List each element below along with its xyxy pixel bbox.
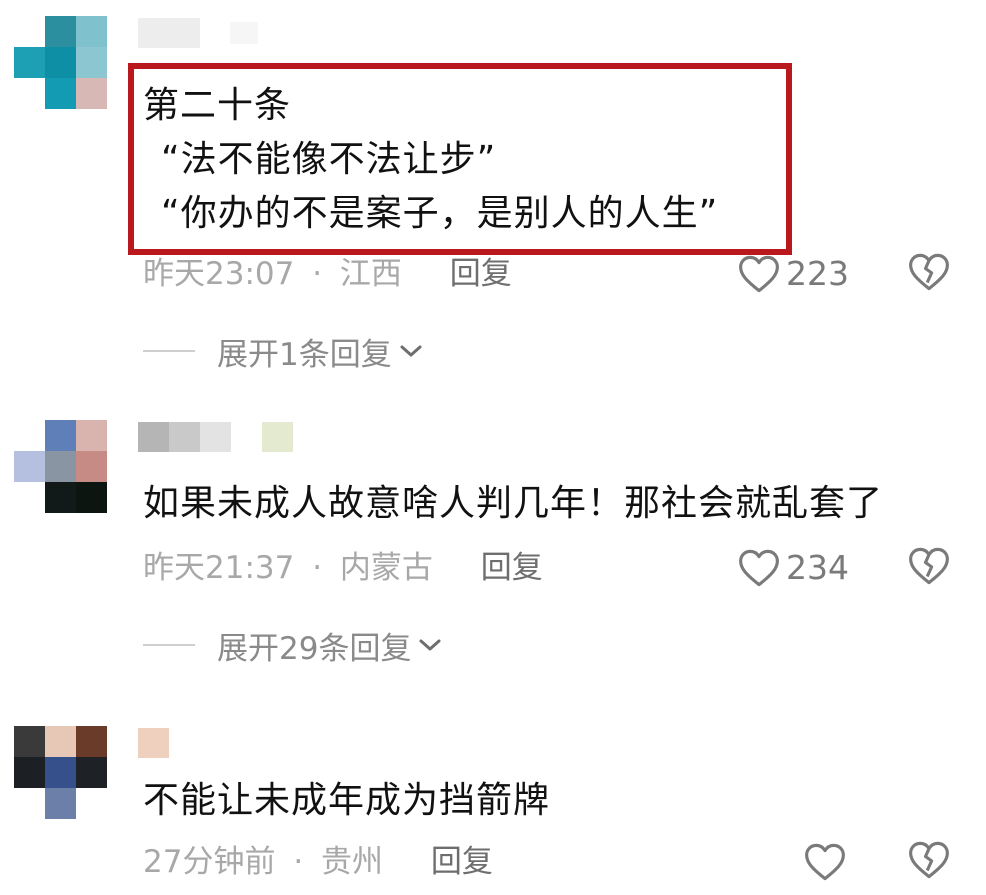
heart-outline-icon (739, 255, 779, 293)
comment-text: 如果未成人故意啥人判几年！那社会就乱套了 (143, 477, 883, 531)
comment-location: 内蒙古 (339, 550, 433, 586)
divider-line (143, 350, 195, 352)
comment-meta: 27分钟前 · 贵州 回复 (143, 840, 493, 884)
expand-replies-button[interactable]: 展开1条回复 (143, 329, 424, 373)
comment-meta: 昨天23:07 · 江西 回复 (143, 252, 512, 296)
like-count: 234 (786, 548, 849, 587)
comment-line: 如果未成人故意啥人判几年！那社会就乱套了 (143, 483, 884, 524)
comment-line: 不能让未成年成为挡箭牌 (143, 780, 551, 821)
expand-replies-label: 展开1条回复 (217, 336, 392, 373)
heart-outline-icon (805, 843, 845, 881)
comment-location: 江西 (339, 256, 402, 292)
meta-separator: · (312, 550, 323, 586)
broken-heart-icon (909, 841, 949, 879)
comment-time: 27分钟前 (143, 844, 276, 880)
broken-heart-icon (909, 253, 949, 291)
expand-replies-label: 展开29条回复 (217, 630, 412, 667)
avatar[interactable] (14, 726, 107, 819)
like-button[interactable]: 234 (738, 546, 849, 590)
reply-button[interactable]: 回复 (431, 844, 493, 880)
like-button[interactable] (804, 840, 852, 884)
reply-button[interactable]: 回复 (450, 256, 512, 292)
dislike-button[interactable] (908, 840, 952, 884)
avatar[interactable] (14, 420, 107, 513)
broken-heart-icon (909, 547, 949, 585)
like-count: 223 (786, 254, 849, 293)
chevron-down-icon (400, 345, 422, 357)
comment-time: 昨天23:07 (143, 256, 295, 292)
highlight-box (128, 63, 792, 255)
reply-button[interactable]: 回复 (481, 550, 543, 586)
avatar[interactable] (14, 16, 107, 109)
like-button[interactable]: 223 (738, 252, 849, 296)
meta-separator: · (312, 256, 323, 292)
comment-text: 不能让未成年成为挡箭牌 (143, 774, 550, 828)
chevron-down-icon (419, 639, 441, 651)
comment-location: 贵州 (321, 844, 384, 880)
dislike-button[interactable] (908, 252, 952, 296)
comment-time: 昨天21:37 (143, 550, 295, 586)
heart-outline-icon (739, 549, 779, 587)
expand-replies-button[interactable]: 展开29条回复 (143, 623, 443, 667)
divider-line (143, 644, 195, 646)
meta-separator: · (293, 844, 304, 880)
dislike-button[interactable] (908, 546, 952, 590)
comment-meta: 昨天21:37 · 内蒙古 回复 (143, 546, 543, 590)
